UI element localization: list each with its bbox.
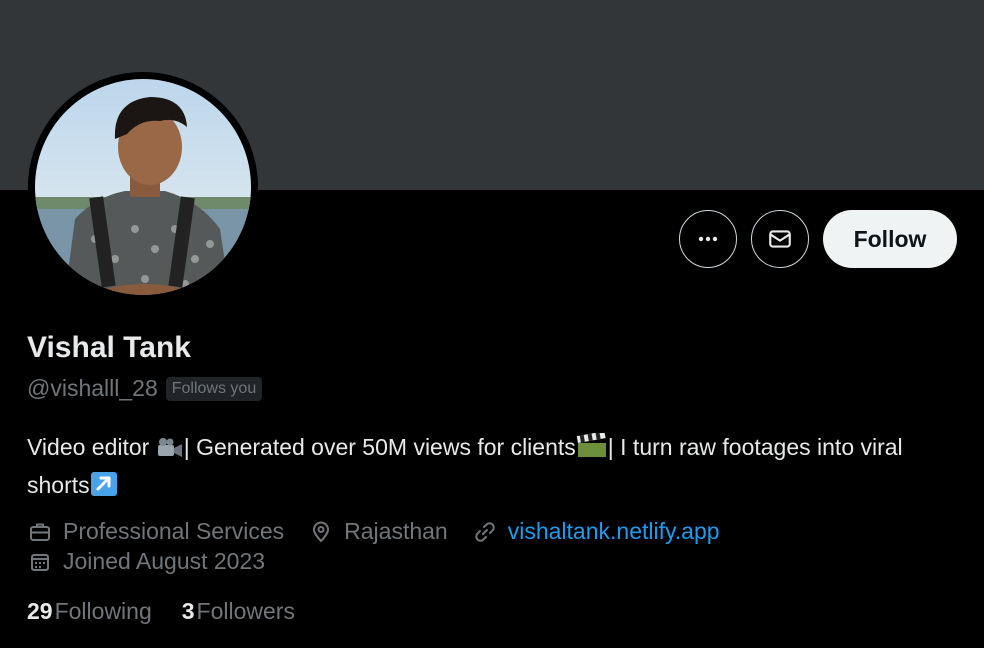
- more-button[interactable]: [679, 210, 737, 268]
- following-label: Following: [54, 598, 152, 624]
- avatar-photo: [35, 79, 251, 295]
- profile-actions: Follow: [679, 210, 957, 268]
- category-text: Professional Services: [63, 518, 285, 544]
- location-item: Rajasthan: [308, 518, 448, 545]
- display-name: Vishal Tank: [27, 331, 191, 364]
- follows-you-badge: Follows you: [165, 376, 263, 401]
- location-pin-icon: [313, 521, 330, 542]
- follow-button[interactable]: Follow: [823, 210, 957, 268]
- movie-camera-icon: [156, 434, 184, 468]
- profile-meta: Professional Services Rajasthan vishalta…: [27, 518, 744, 545]
- bio-text-2: | Generated over 50M views for clients: [183, 434, 576, 460]
- followers-link[interactable]: 3Followers: [182, 598, 295, 625]
- arrow-up-right-icon: [90, 471, 118, 506]
- website-link[interactable]: vishaltank.netlify.app: [508, 518, 720, 545]
- more-horizontal-icon: [698, 236, 718, 242]
- envelope-icon: [769, 230, 791, 248]
- following-count: 29: [27, 598, 53, 624]
- avatar[interactable]: [35, 79, 251, 295]
- username-handle: @vishalll_28: [27, 375, 158, 401]
- category-item: Professional Services: [27, 518, 284, 545]
- profile-joined-row: Joined August 2023: [27, 548, 289, 575]
- link-icon: [475, 521, 495, 542]
- profile-bio: Video editor | Generated over 50M views …: [27, 430, 957, 506]
- clapper-board-icon: [576, 431, 608, 468]
- handle-row: @vishalll_28 Follows you: [27, 375, 263, 402]
- followers-label: Followers: [196, 598, 295, 624]
- follow-stats: 29Following 3Followers: [27, 598, 325, 625]
- following-link[interactable]: 29Following: [27, 598, 152, 625]
- message-button[interactable]: [751, 210, 809, 268]
- calendar-icon: [31, 553, 49, 571]
- website-item: vishaltank.netlify.app: [472, 518, 720, 545]
- joined-item: Joined August 2023: [27, 548, 265, 575]
- location-text: Rajasthan: [344, 518, 448, 544]
- bio-text-1: Video editor: [27, 434, 156, 460]
- profile-header: Follow Vishal Tank @vishalll_28 Follows …: [0, 0, 984, 648]
- followers-count: 3: [181, 598, 195, 624]
- joined-text: Joined August 2023: [63, 548, 266, 574]
- briefcase-icon: [30, 523, 50, 541]
